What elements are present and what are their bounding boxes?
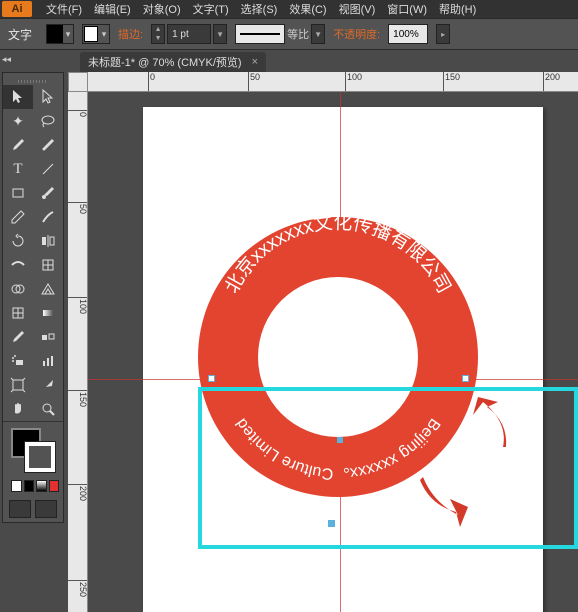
- eyedropper-tool[interactable]: [3, 325, 33, 349]
- annotation-arrow-bottom: [418, 477, 468, 530]
- menu-type[interactable]: 文字(T): [187, 1, 235, 17]
- stroke-profile-preview: [235, 24, 285, 44]
- panel-toggle-icon[interactable]: ◂◂: [2, 54, 16, 64]
- line-tool[interactable]: [33, 157, 63, 181]
- document-tab-bar: 未标题-1* @ 70% (CMYK/预览) ×: [0, 50, 578, 72]
- menu-effect[interactable]: 效果(C): [283, 1, 332, 17]
- blend-tool[interactable]: [33, 325, 63, 349]
- stroke-indicator[interactable]: [25, 442, 55, 472]
- warp-tool[interactable]: [33, 253, 63, 277]
- magic-wand-tool[interactable]: ✦: [3, 109, 33, 133]
- menu-select[interactable]: 选择(S): [235, 1, 284, 17]
- zoom-tool[interactable]: [33, 397, 63, 421]
- fill-dropdown-icon[interactable]: ▾: [63, 25, 73, 43]
- ruler-origin[interactable]: [68, 72, 88, 92]
- h-tick: 0: [148, 72, 155, 92]
- v-tick: 100: [68, 297, 88, 314]
- blob-brush-tool[interactable]: [33, 205, 63, 229]
- menu-edit[interactable]: 编辑(E): [88, 1, 137, 17]
- document-tab[interactable]: 未标题-1* @ 70% (CMYK/预览) ×: [80, 52, 266, 72]
- menu-object[interactable]: 对象(O): [137, 1, 187, 17]
- toolbox-grip[interactable]: [3, 77, 63, 85]
- h-tick: 50: [248, 72, 260, 92]
- pencil-tool[interactable]: [3, 205, 33, 229]
- opacity-label: 不透明度:: [333, 26, 380, 42]
- fill-stroke-control[interactable]: [9, 426, 57, 476]
- tab-close-icon[interactable]: ×: [252, 56, 258, 68]
- selection-handle-right[interactable]: [462, 375, 469, 382]
- control-bar: 文字 ▾ ▾ 描边: ▲▼ 1 pt ▼ 等比 ▼ 不透明度: 100% ▸: [0, 18, 578, 50]
- color-mode-solid[interactable]: [11, 480, 22, 492]
- opacity-dropdown-icon[interactable]: ▸: [436, 24, 450, 44]
- direct-selection-tool[interactable]: [33, 85, 63, 109]
- screen-mode-normal[interactable]: [9, 500, 31, 518]
- stroke-label: 描边:: [118, 26, 143, 42]
- type-tool[interactable]: T: [3, 157, 33, 181]
- annotation-arrow-top: [473, 397, 513, 450]
- hand-tool[interactable]: [3, 397, 33, 421]
- stroke-weight-field[interactable]: 1 pt: [167, 24, 211, 44]
- stroke-profile-label: 等比: [287, 26, 309, 42]
- rotate-tool[interactable]: [3, 229, 33, 253]
- shape-builder-tool[interactable]: [3, 277, 33, 301]
- document-tab-title: 未标题-1* @ 70% (CMYK/预览): [88, 54, 242, 70]
- rectangle-tool[interactable]: [3, 181, 33, 205]
- horizontal-ruler[interactable]: 0 50 100 150 200: [88, 72, 578, 92]
- screen-mode-full[interactable]: [35, 500, 57, 518]
- color-mode-black[interactable]: [24, 480, 35, 492]
- stroke-swatch[interactable]: ▾: [82, 24, 110, 44]
- ring-text-top: 北京xxxxxxx文化传播有限公司: [221, 217, 455, 297]
- selection-type-label: 文字: [8, 26, 32, 43]
- selection-tool[interactable]: [3, 85, 33, 109]
- menu-view[interactable]: 视图(V): [333, 1, 382, 17]
- v-tick: 50: [68, 202, 88, 214]
- gradient-tool[interactable]: [33, 301, 63, 325]
- curvature-tool[interactable]: [33, 133, 63, 157]
- stroke-weight-dropdown-icon[interactable]: ▼: [213, 24, 227, 44]
- annotation-rectangle: [198, 387, 578, 549]
- h-tick: 150: [443, 72, 460, 92]
- menu-window[interactable]: 窗口(W): [381, 1, 433, 17]
- v-tick: 250: [68, 580, 88, 597]
- menu-help[interactable]: 帮助(H): [433, 1, 482, 17]
- stroke-profile-dropdown-icon[interactable]: ▼: [311, 24, 325, 44]
- stroke-color: [84, 26, 98, 42]
- v-tick: 0: [68, 110, 88, 117]
- fill-swatch[interactable]: ▾: [46, 24, 74, 44]
- h-tick: 100: [345, 72, 362, 92]
- lasso-tool[interactable]: [33, 109, 63, 133]
- menubar: Ai 文件(F) 编辑(E) 对象(O) 文字(T) 选择(S) 效果(C) 视…: [0, 0, 578, 18]
- selection-handle-left[interactable]: [208, 375, 215, 382]
- canvas[interactable]: 北京xxxxxxx文化传播有限公司 Beijing xxxxxx。Culture…: [88, 92, 578, 612]
- mesh-tool[interactable]: [3, 301, 33, 325]
- h-tick: 200: [543, 72, 560, 92]
- stroke-weight-stepper[interactable]: ▲▼: [151, 24, 165, 44]
- slice-tool[interactable]: [33, 373, 63, 397]
- vertical-ruler[interactable]: 0 50 100 150 200 250: [68, 92, 88, 612]
- opacity-field[interactable]: 100%: [388, 24, 428, 44]
- v-tick: 200: [68, 484, 88, 501]
- stroke-dropdown-icon[interactable]: ▾: [99, 25, 109, 43]
- artboard-tool[interactable]: [3, 373, 33, 397]
- color-mode-none[interactable]: [49, 480, 60, 492]
- perspective-tool[interactable]: [33, 277, 63, 301]
- symbol-spray-tool[interactable]: [3, 349, 33, 373]
- menu-file[interactable]: 文件(F): [40, 1, 88, 17]
- v-tick: 150: [68, 390, 88, 407]
- pen-tool[interactable]: [3, 133, 33, 157]
- color-mode-gradient[interactable]: [36, 480, 47, 492]
- toolbox: ✦ T: [2, 72, 64, 523]
- graph-tool[interactable]: [33, 349, 63, 373]
- app-badge: Ai: [2, 1, 32, 17]
- paintbrush-tool[interactable]: [33, 181, 63, 205]
- width-tool[interactable]: [3, 253, 33, 277]
- reflect-tool[interactable]: [33, 229, 63, 253]
- fill-color: [47, 25, 63, 43]
